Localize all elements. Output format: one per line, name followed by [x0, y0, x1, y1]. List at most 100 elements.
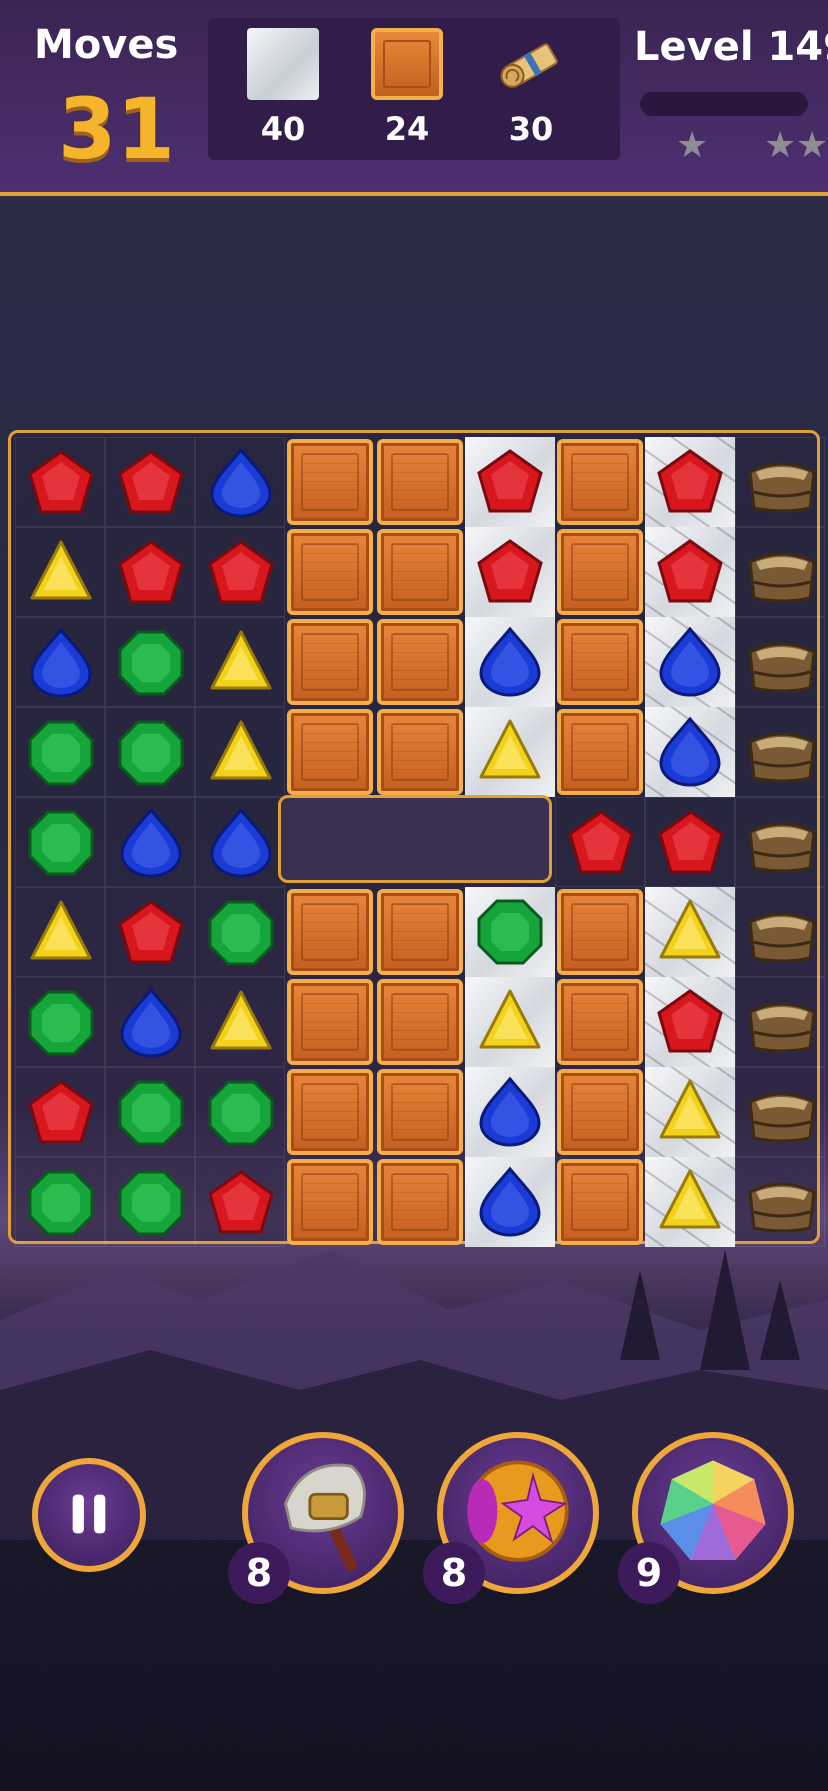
- cracked-marble-cell[interactable]: [645, 1067, 735, 1157]
- crate-cell[interactable]: [375, 1157, 465, 1247]
- sack-cell[interactable]: [735, 617, 825, 707]
- gem-cell[interactable]: [195, 437, 285, 527]
- sack-cell[interactable]: [735, 1157, 825, 1247]
- gem-cell[interactable]: [105, 1067, 195, 1157]
- cracked-marble-cell[interactable]: [645, 527, 735, 617]
- gem-cell[interactable]: [15, 617, 105, 707]
- crate-cell[interactable]: [375, 617, 465, 707]
- cracked-marble-cell[interactable]: [645, 887, 735, 977]
- sack-cell[interactable]: [735, 1067, 825, 1157]
- blue-gem-icon: [210, 807, 272, 878]
- crate-cell[interactable]: [555, 887, 645, 977]
- gem-cell[interactable]: [105, 797, 195, 887]
- green-gem-icon: [118, 630, 184, 696]
- gem-cell[interactable]: [195, 707, 285, 797]
- crate-cell[interactable]: [285, 1067, 375, 1157]
- cracked-marble-cell[interactable]: [645, 617, 735, 707]
- crate-cell[interactable]: [375, 977, 465, 1067]
- sack-cell[interactable]: [735, 887, 825, 977]
- crate-cell[interactable]: [285, 887, 375, 977]
- gem-cell[interactable]: [195, 617, 285, 707]
- crate-cell[interactable]: [375, 887, 465, 977]
- sack-cell[interactable]: [735, 527, 825, 617]
- yellow-gem-icon: [30, 540, 92, 600]
- gem-cell[interactable]: [105, 617, 195, 707]
- crate-cell[interactable]: [375, 527, 465, 617]
- gem-cell[interactable]: [195, 977, 285, 1067]
- cracked-marble-cell[interactable]: [645, 437, 735, 527]
- gem-cell[interactable]: [105, 887, 195, 977]
- crate-cell[interactable]: [375, 437, 465, 527]
- yellow-gem-icon: [659, 1079, 721, 1139]
- gem-cell[interactable]: [15, 527, 105, 617]
- gem-cell[interactable]: [645, 797, 735, 887]
- wooden-crate: [287, 529, 373, 615]
- crate-cell[interactable]: [285, 527, 375, 617]
- crate-cell[interactable]: [555, 707, 645, 797]
- gem-cell[interactable]: [15, 1157, 105, 1247]
- crate-cell[interactable]: [285, 617, 375, 707]
- wooden-crate: [287, 889, 373, 975]
- gem-cell[interactable]: [15, 437, 105, 527]
- cracked-marble-cell[interactable]: [645, 1157, 735, 1247]
- marble-cell[interactable]: [465, 887, 555, 977]
- red-gem-icon: [658, 810, 724, 874]
- crate-cell[interactable]: [285, 707, 375, 797]
- crate-cell[interactable]: [555, 437, 645, 527]
- gem-cell[interactable]: [195, 1157, 285, 1247]
- green-gem-icon: [28, 720, 94, 786]
- marble-cell[interactable]: [465, 1067, 555, 1157]
- crate-cell[interactable]: [375, 1067, 465, 1157]
- crate-cell[interactable]: [555, 977, 645, 1067]
- marble-cell[interactable]: [465, 1157, 555, 1247]
- goal-count: 30: [508, 110, 554, 148]
- green-gem-icon: [118, 1080, 184, 1146]
- crate-cell[interactable]: [555, 1067, 645, 1157]
- hammer-booster-button[interactable]: 8: [228, 1432, 404, 1604]
- board-hole: [278, 795, 552, 883]
- sack-cell[interactable]: [735, 437, 825, 527]
- sack-icon: [748, 822, 816, 873]
- gem-cell[interactable]: [15, 1067, 105, 1157]
- wooden-crate: [377, 1069, 463, 1155]
- crate-cell[interactable]: [285, 437, 375, 527]
- marble-cell[interactable]: [465, 707, 555, 797]
- marble-cell[interactable]: [465, 617, 555, 707]
- gem-cell[interactable]: [15, 977, 105, 1067]
- cracked-marble-cell[interactable]: [645, 707, 735, 797]
- gem-cell[interactable]: [195, 527, 285, 617]
- star-bomb-booster-button[interactable]: 8: [423, 1432, 599, 1604]
- gem-cell[interactable]: [15, 797, 105, 887]
- marble-cell[interactable]: [465, 527, 555, 617]
- gem-cell[interactable]: [105, 977, 195, 1067]
- red-gem-icon: [477, 449, 543, 513]
- red-gem-icon: [657, 449, 723, 513]
- pause-button[interactable]: [32, 1458, 146, 1572]
- crate-cell[interactable]: [555, 617, 645, 707]
- gem-cell[interactable]: [15, 887, 105, 977]
- marble-cell[interactable]: [465, 977, 555, 1067]
- crate-cell[interactable]: [555, 1157, 645, 1247]
- cracked-marble-cell[interactable]: [645, 977, 735, 1067]
- crate-cell[interactable]: [555, 527, 645, 617]
- gem-cell[interactable]: [105, 707, 195, 797]
- gem-cell[interactable]: [105, 527, 195, 617]
- gem-cell[interactable]: [195, 1067, 285, 1157]
- yellow-gem-icon: [210, 990, 272, 1050]
- gem-cell[interactable]: [195, 887, 285, 977]
- sack-cell[interactable]: [735, 797, 825, 887]
- marble-cell[interactable]: [465, 437, 555, 527]
- sack-cell[interactable]: [735, 977, 825, 1067]
- crate-cell[interactable]: [375, 707, 465, 797]
- red-gem-icon: [477, 539, 543, 603]
- rainbow-gem-booster-button[interactable]: 9: [618, 1432, 794, 1604]
- sack-cell[interactable]: [735, 707, 825, 797]
- crate-cell[interactable]: [285, 977, 375, 1067]
- gem-cell[interactable]: [15, 707, 105, 797]
- gem-cell[interactable]: [555, 797, 645, 887]
- gem-cell[interactable]: [195, 797, 285, 887]
- goal-count: 40: [260, 110, 306, 148]
- crate-cell[interactable]: [285, 1157, 375, 1247]
- gem-cell[interactable]: [105, 1157, 195, 1247]
- gem-cell[interactable]: [105, 437, 195, 527]
